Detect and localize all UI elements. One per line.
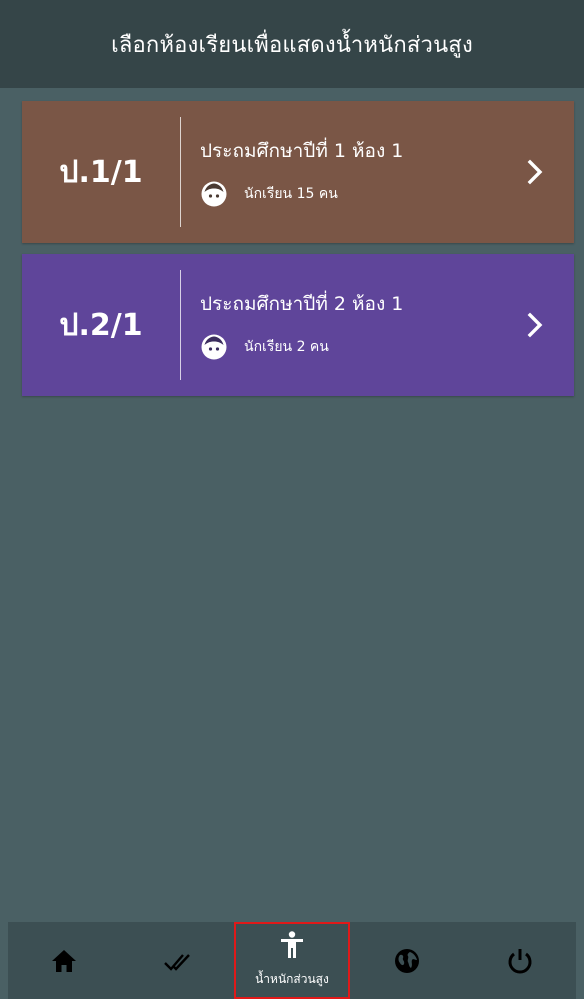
bottom-nav: น้ำหนักส่วนสูง <box>8 922 576 999</box>
face-icon <box>201 181 227 207</box>
class-code: ป.1/1 <box>59 154 143 190</box>
accessibility-person-icon <box>280 931 303 958</box>
nav-globe[interactable] <box>350 922 463 999</box>
page-title: เลือกห้องเรียนเพื่อแสดงน้ำหนักส่วนสูง <box>111 32 473 58</box>
globe-icon <box>394 948 419 973</box>
chevron-right-icon <box>527 159 543 185</box>
class-code: ป.2/1 <box>59 307 143 343</box>
student-row: นักเรียน 2 คน <box>200 333 574 361</box>
class-name: ประถมศึกษาปีที่ 1 ห้อง 1 <box>200 140 404 162</box>
student-count: นักเรียน 15 คน <box>244 186 338 202</box>
student-row: นักเรียน 15 คน <box>200 180 574 208</box>
nav-label: น้ำหนักส่วนสูง <box>255 972 329 986</box>
class-list: ป.1/1 ประถมศึกษาปีที่ 1 ห้อง 1 นักเรียน … <box>22 101 574 407</box>
home-icon <box>52 949 77 972</box>
power-icon <box>508 948 532 973</box>
app-bar: เลือกห้องเรียนเพื่อแสดงน้ำหนักส่วนสูง <box>0 0 584 88</box>
class-info: ประถมศึกษาปีที่ 2 ห้อง 1 นักเรียน 2 คน <box>181 289 574 361</box>
face-icon <box>201 334 227 360</box>
class-info: ประถมศึกษาปีที่ 1 ห้อง 1 นักเรียน 15 คน <box>181 136 574 208</box>
nav-weight-height[interactable]: น้ำหนักส่วนสูง <box>233 922 351 999</box>
class-card-p2-1[interactable]: ป.2/1 ประถมศึกษาปีที่ 2 ห้อง 1 นักเรียน … <box>22 254 574 396</box>
nav-power[interactable] <box>463 922 576 999</box>
class-name: ประถมศึกษาปีที่ 2 ห้อง 1 <box>200 293 404 315</box>
chevron-right-icon <box>527 312 543 338</box>
double-check-icon <box>164 953 191 971</box>
student-count: นักเรียน 2 คน <box>244 339 329 355</box>
class-card-p1-1[interactable]: ป.1/1 ประถมศึกษาปีที่ 1 ห้อง 1 นักเรียน … <box>22 101 574 243</box>
nav-check[interactable] <box>121 922 234 999</box>
nav-home[interactable] <box>8 922 121 999</box>
